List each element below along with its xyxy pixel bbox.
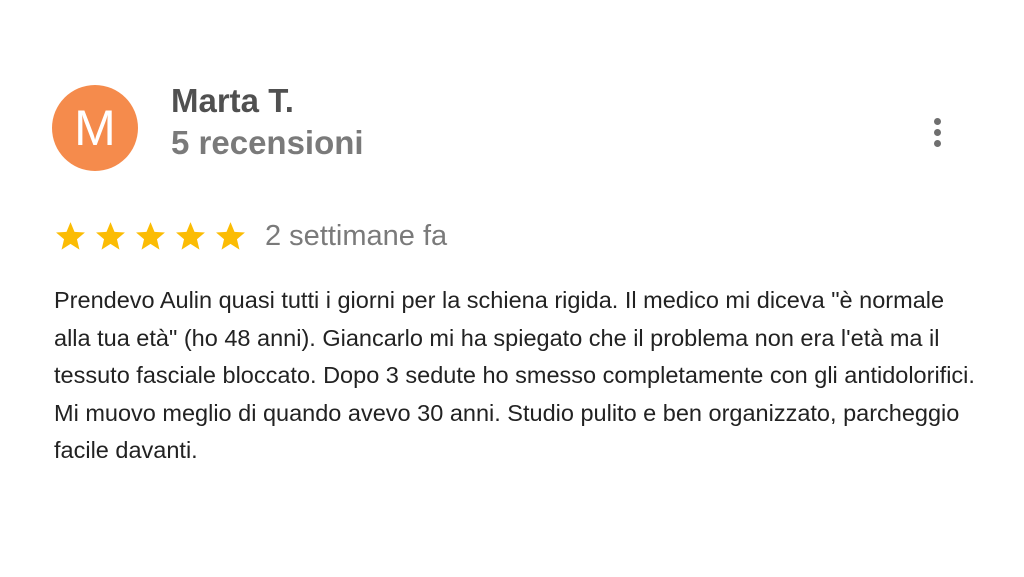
- star-icon: [96, 221, 125, 250]
- review-card: M Marta T. 5 recensioni 2 settimane fa P…: [0, 0, 1024, 577]
- star-icon: [176, 221, 205, 250]
- star-rating: [54, 220, 247, 253]
- rating-row: 2 settimane fa: [54, 214, 447, 258]
- more-vertical-icon: [933, 128, 941, 136]
- star-icon: [216, 221, 245, 250]
- more-vertical-icon: [933, 139, 941, 147]
- review-time: 2 settimane fa: [265, 219, 448, 252]
- reviewer-name[interactable]: Marta T.: [171, 82, 294, 120]
- more-options-button[interactable]: [922, 112, 952, 152]
- star-icon: [136, 221, 165, 250]
- avatar[interactable]: M: [52, 85, 138, 171]
- more-vertical-icon: [933, 117, 941, 125]
- review-text: Prendevo Aulin quasi tutti i giorni per …: [54, 287, 975, 463]
- star-icon: [56, 221, 85, 250]
- review-count[interactable]: 5 recensioni: [171, 124, 364, 162]
- avatar-letter: M: [74, 100, 116, 156]
